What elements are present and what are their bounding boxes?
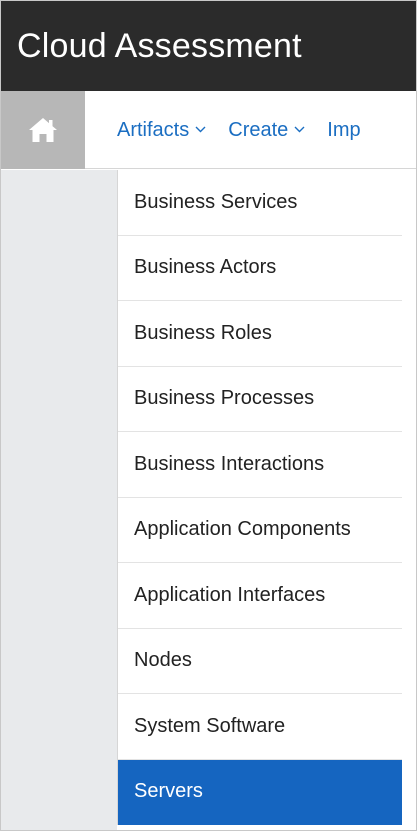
left-pane xyxy=(1,170,117,830)
nav-item-import[interactable]: Imp xyxy=(327,119,360,142)
menu-item-business-interactions[interactable]: Business Interactions xyxy=(118,432,402,498)
nav-item-create[interactable]: Create xyxy=(228,119,305,142)
chevron-down-icon xyxy=(195,126,206,133)
menu-item-servers[interactable]: Servers xyxy=(118,759,402,825)
menu-item-business-processes[interactable]: Business Processes xyxy=(118,367,402,432)
menu-item-business-actors[interactable]: Business Actors xyxy=(118,236,402,301)
title-bar: Cloud Assessment xyxy=(1,1,416,91)
nav-item-label: Artifacts xyxy=(117,118,190,141)
chevron-down-icon xyxy=(294,126,305,133)
menu-item-system-software[interactable]: System Software xyxy=(118,694,402,760)
menu-item-application-interfaces[interactable]: Application Interfaces xyxy=(118,563,402,629)
menu-item-business-roles[interactable]: Business Roles xyxy=(118,301,402,367)
menu-item-nodes[interactable]: Nodes xyxy=(118,629,402,694)
content-area xyxy=(402,170,416,830)
app-window: Cloud Assessment Artifacts Create Imp Bu… xyxy=(0,0,417,831)
nav-item-label: Create xyxy=(228,118,289,141)
nav-item-artifacts[interactable]: Artifacts xyxy=(117,119,206,142)
home-button[interactable] xyxy=(1,91,85,169)
nav-item-label: Imp xyxy=(327,118,361,141)
app-title: Cloud Assessment xyxy=(17,26,302,65)
nav-bar: Artifacts Create Imp xyxy=(1,91,416,169)
home-icon xyxy=(29,118,57,142)
artifacts-dropdown-menu: Business Services Business Actors Busine… xyxy=(117,170,402,825)
nav-menu: Artifacts Create Imp xyxy=(117,91,383,169)
menu-item-application-components[interactable]: Application Components xyxy=(118,498,402,563)
menu-item-business-services[interactable]: Business Services xyxy=(118,170,402,236)
